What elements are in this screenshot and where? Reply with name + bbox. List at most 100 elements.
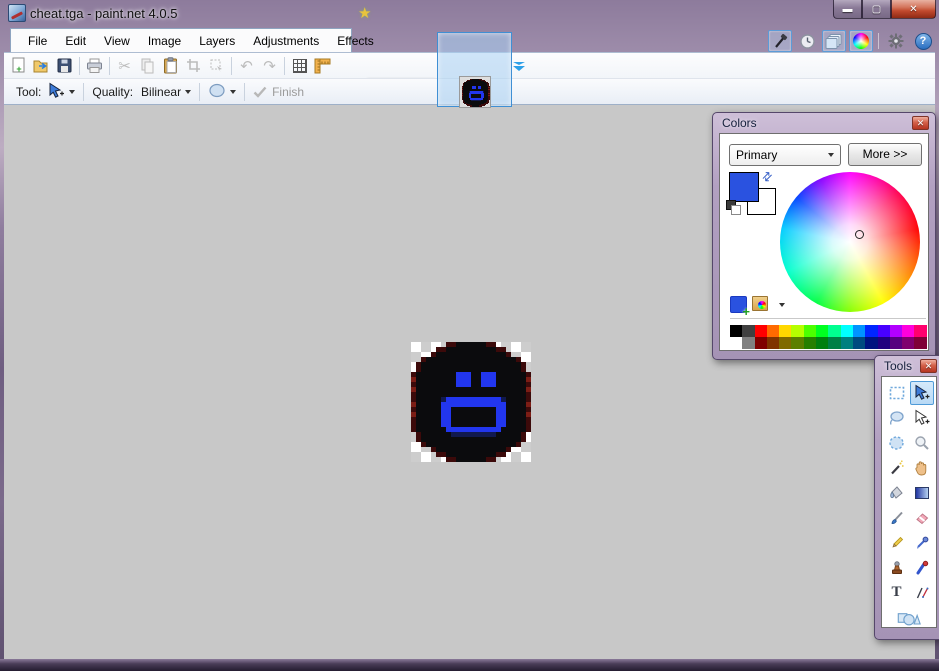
rulers-button[interactable] [311,55,334,77]
tool-line-curve[interactable] [910,581,934,605]
palette-swatch[interactable] [865,325,878,337]
deselect-button[interactable] [205,55,228,77]
menu-layers[interactable]: Layers [190,31,244,51]
primary-color-swatch[interactable] [729,172,759,202]
crop-button[interactable] [182,55,205,77]
menu-view[interactable]: View [95,31,139,51]
tool-gradient[interactable] [910,481,934,505]
palette-menu-button[interactable] [752,296,768,311]
tool-ellipse-select[interactable] [885,431,909,455]
palette-swatch[interactable] [742,337,755,349]
tool-eraser[interactable] [910,506,934,530]
quality-dropdown-arrow[interactable] [185,89,192,94]
tool-magic-wand[interactable] [885,456,909,480]
menu-file[interactable]: File [19,31,56,51]
tool-text[interactable]: T [885,581,909,605]
tool-shapes[interactable] [897,606,921,630]
pixel-grid-button[interactable] [288,55,311,77]
tool-rectangle-select[interactable] [885,381,909,405]
palette-swatch[interactable] [816,337,829,349]
new-document-button[interactable]: + [7,55,30,77]
image-selection[interactable] [411,342,531,462]
palette-swatch[interactable] [754,325,767,337]
palette-swatch[interactable] [766,325,780,337]
selection-mode-button[interactable] [208,83,226,101]
color-wheel-cursor[interactable] [855,230,864,239]
quality-value[interactable]: Bilinear [141,85,181,99]
tool-paintbrush[interactable] [885,506,909,530]
colors-toggle-button[interactable] [849,30,873,52]
palette-swatch[interactable] [852,337,866,349]
menu-edit[interactable]: Edit [56,31,95,51]
palette-swatch[interactable] [828,325,841,337]
palette-swatch[interactable] [779,325,792,337]
palette-swatch[interactable] [852,325,866,337]
palette-swatch[interactable] [742,325,755,337]
history-toggle-button[interactable] [795,30,819,52]
tool-recolor[interactable] [910,556,934,580]
more-button[interactable]: More >> [848,143,922,166]
palette-swatch[interactable] [902,325,915,337]
menu-adjustments[interactable]: Adjustments [244,31,328,51]
palette-swatch[interactable] [902,337,915,349]
redo-button[interactable]: ↷ [258,55,281,77]
tool-move-selected-pixels[interactable] [909,380,934,405]
current-tool-icon[interactable] [47,82,65,102]
palette-swatch[interactable] [730,337,743,349]
palette-swatch[interactable] [816,325,829,337]
save-button[interactable] [53,55,76,77]
palette-swatch[interactable] [877,325,890,337]
layers-toggle-button[interactable] [822,30,846,52]
palette-swatch[interactable] [803,325,817,337]
palette-swatch[interactable] [791,337,804,349]
help-button[interactable]: ? [911,30,935,52]
menu-effects[interactable]: Effects [328,31,382,51]
palette-menu-arrow[interactable] [779,303,785,307]
palette-swatch[interactable] [803,337,817,349]
selection-mode-dropdown-arrow[interactable] [230,89,237,94]
tool-lasso-select[interactable] [885,406,909,430]
palette-swatch[interactable] [840,337,853,349]
palette-swatch[interactable] [914,325,927,337]
palette-swatch[interactable] [754,337,767,349]
copy-button[interactable] [136,55,159,77]
palette-swatch[interactable] [889,337,903,349]
image-list-overflow-icon[interactable] [513,61,525,71]
close-button[interactable]: ✕ [891,0,936,19]
undo-button[interactable]: ↶ [235,55,258,77]
tool-paint-bucket[interactable] [885,481,909,505]
print-button[interactable] [83,55,106,77]
palette-swatch[interactable] [779,337,792,349]
tool-zoom[interactable] [910,431,934,455]
swap-colors-icon[interactable]: ⇅ [759,168,776,185]
minimize-button[interactable]: ▬ [833,0,862,19]
maximize-button[interactable]: ▢ [862,0,891,19]
tool-pan[interactable] [910,456,934,480]
colors-panel-titlebar[interactable]: Colors ✕ [713,113,935,133]
palette-swatch[interactable] [766,337,780,349]
tool-clone-stamp[interactable] [885,556,909,580]
palette-swatch[interactable] [730,325,743,337]
tool-dropdown-arrow[interactable] [69,89,76,94]
palette-swatch[interactable] [877,337,890,349]
palette-swatch[interactable] [865,337,878,349]
palette-swatch[interactable] [791,325,804,337]
tool-move-selection[interactable] [910,406,934,430]
colors-panel-close-button[interactable]: ✕ [912,116,929,130]
tool-pencil[interactable] [885,531,909,555]
tool-color-picker[interactable] [910,531,934,555]
add-color-button[interactable] [730,296,750,319]
menu-image[interactable]: Image [139,31,190,51]
paste-button[interactable] [159,55,182,77]
finish-button[interactable]: Finish [253,85,304,99]
palette-swatch[interactable] [840,325,853,337]
palette-swatch[interactable] [889,325,903,337]
cut-button[interactable]: ✂ [113,55,136,77]
palette-swatch[interactable] [914,337,927,349]
open-button[interactable] [30,55,53,77]
palette-swatch[interactable] [828,337,841,349]
color-wheel[interactable] [780,172,920,312]
color-target-dropdown[interactable]: Primary [729,144,841,166]
tools-panel-close-button[interactable]: ✕ [920,359,937,373]
tools-panel-titlebar[interactable]: Tools ✕ [875,356,939,376]
